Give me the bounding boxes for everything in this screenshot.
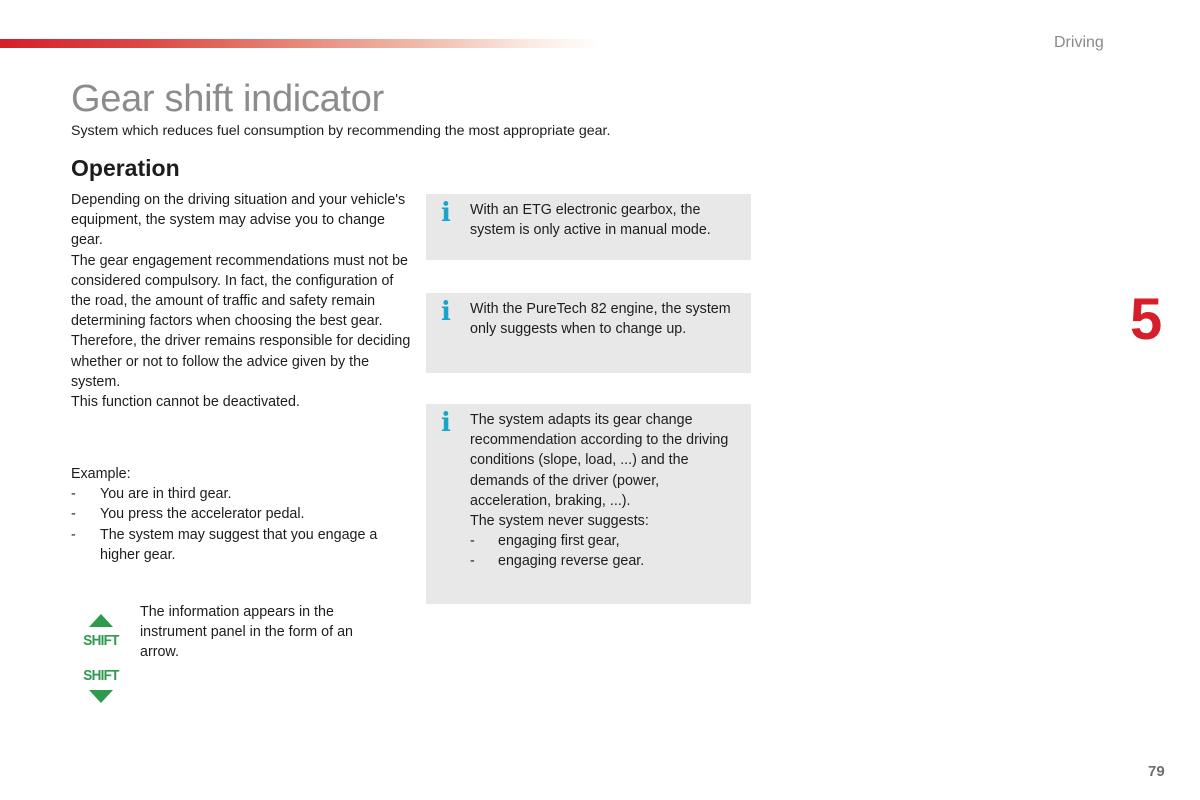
info-text: The system adapts its gear change recomm… — [470, 412, 729, 509]
paragraph: The gear engagement recommendations must… — [71, 252, 411, 390]
dash-marker: - — [71, 486, 76, 503]
list-item: - engaging reverse gear. — [470, 551, 741, 571]
list-item-text: You press the accelerator pedal. — [100, 506, 305, 523]
shift-down-label: SHIFT — [83, 667, 119, 684]
info-icon: i — [441, 297, 451, 327]
shift-down-arrow-icon — [89, 690, 113, 703]
list-item: - engaging first gear, — [470, 531, 741, 551]
page-title: Gear shift indicator — [71, 78, 384, 120]
header-accent-bar — [0, 39, 600, 48]
list-item-text: You are in third gear. — [100, 486, 232, 503]
paragraph: This function cannot be deactivated. — [71, 394, 300, 411]
shift-indicator-caption: The information appears in the instrumen… — [140, 604, 353, 661]
info-icon: i — [441, 198, 451, 228]
info-text: With an ETG electronic gearbox, the syst… — [470, 202, 711, 239]
page-subtitle: System which reduces fuel consumption by… — [71, 123, 611, 139]
section-label: Driving — [1054, 34, 1104, 51]
page-number: 79 — [1148, 763, 1165, 780]
paragraph: Depending on the driving situation and y… — [71, 192, 406, 249]
info-box-adaptation: i The system adapts its gear change reco… — [426, 404, 751, 604]
shift-indicator-illustration: SHIFT SHIFT — [78, 612, 124, 707]
shift-up-arrow-icon — [89, 614, 113, 627]
example-block: Example: - You are in third gear. - You pr… — [71, 464, 411, 565]
example-list: - You are in third gear. - You press the a… — [71, 484, 411, 565]
dash-marker: - — [71, 506, 76, 523]
example-label: Example: — [71, 466, 131, 482]
list-item: - You are in third gear. — [71, 484, 411, 504]
list-item: - You press the accelerator pedal. — [71, 504, 411, 524]
info-icon: i — [441, 408, 451, 438]
info-box-etg: i With an ETG electronic gearbox, the sy… — [426, 194, 751, 260]
never-suggests-list: - engaging first gear, - engaging reverse … — [470, 531, 741, 571]
list-item-text: engaging first gear, — [498, 533, 620, 550]
dash-marker: - — [71, 526, 76, 543]
info-text: With the PureTech 82 engine, the system … — [470, 301, 731, 338]
operation-body: Depending on the driving situation and y… — [71, 190, 411, 412]
chapter-number: 5 — [1130, 287, 1163, 352]
info-box-puretech: i With the PureTech 82 engine, the syste… — [426, 293, 751, 373]
list-item-text: The system may suggest that you engage a… — [100, 526, 378, 563]
dash-marker: - — [470, 553, 475, 570]
section-heading-operation: Operation — [71, 155, 180, 181]
list-item: - The system may suggest that you engage … — [71, 525, 411, 565]
shift-up-label: SHIFT — [83, 632, 119, 649]
dash-marker: - — [470, 533, 475, 550]
list-item-text: engaging reverse gear. — [498, 553, 645, 570]
info-text: The system never suggests: — [470, 513, 649, 530]
